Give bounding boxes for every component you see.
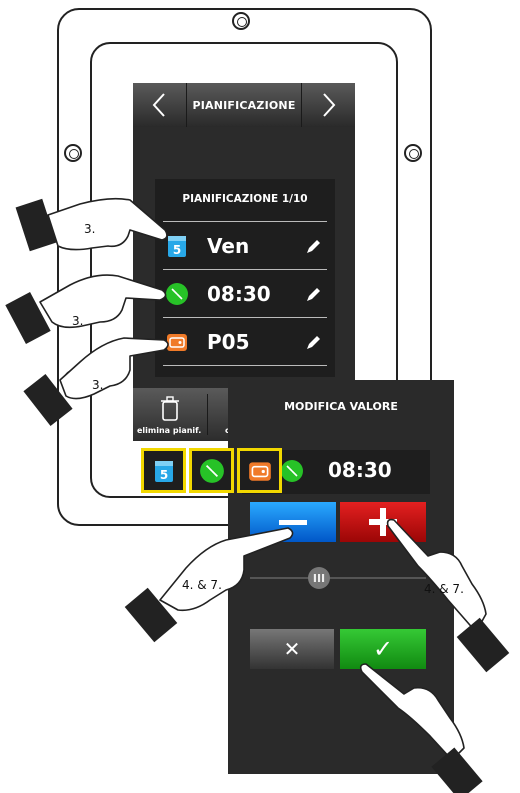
hand-pointer-icon <box>39 274 167 329</box>
hand-pointer-icon <box>359 663 465 761</box>
callout-hands <box>5 197 510 793</box>
hand-pointer-icon <box>59 337 169 400</box>
hand-pointer-icon <box>159 527 294 612</box>
step-label-4-7: 4. & 7. <box>424 582 464 596</box>
step-label-3: 3. <box>92 378 104 392</box>
hand-pointer-icon <box>386 518 487 633</box>
step-label-4-7: 4. & 7. <box>182 578 222 592</box>
hand-pointer-icon <box>47 197 168 251</box>
step-label-3: 3. <box>84 222 96 236</box>
step-label-3: 3. <box>72 314 84 328</box>
